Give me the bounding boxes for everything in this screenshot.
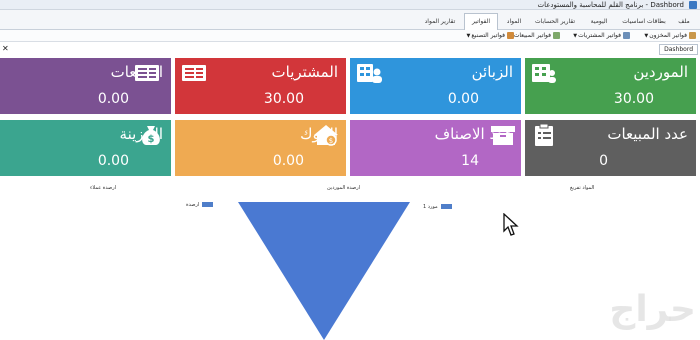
legend-label: مورد 1 bbox=[423, 204, 438, 210]
tab-file[interactable]: ملف bbox=[672, 13, 696, 30]
tile-items-count[interactable]: عدد الاصناف 14 bbox=[350, 120, 521, 176]
purchase-invoices-label: فواتير المشتريات bbox=[578, 32, 621, 39]
tab-account-reports[interactable]: تقارير الحسابات bbox=[530, 13, 580, 30]
document-tab-bar: ✕ Dashbord bbox=[0, 43, 700, 55]
legend-swatch bbox=[202, 202, 214, 207]
manufacturing-invoices-button[interactable]: فواتير التصنيع▼ bbox=[466, 31, 514, 41]
tile-customers[interactable]: الزبائن 0.00 bbox=[350, 58, 521, 114]
ribbon-tabs: ملف بطاقات اساسيات اليومية تقارير الحساب… bbox=[0, 10, 700, 30]
warehouse-invoices-button[interactable]: فواتير المخزون▼ bbox=[644, 31, 696, 41]
purchase-invoice-icon bbox=[623, 32, 630, 39]
tab-item-reports[interactable]: تقارير المواد bbox=[418, 13, 462, 30]
sales-invoice-icon bbox=[553, 32, 560, 39]
bank-icon: $ bbox=[314, 125, 338, 146]
tab-journal[interactable]: اليومية bbox=[582, 13, 616, 30]
sales-icon bbox=[135, 65, 159, 81]
sales-invoices-label: فواتير المبيعات bbox=[513, 32, 551, 39]
tile-value: 0.00 bbox=[97, 91, 129, 107]
tile-value: 30.00 bbox=[613, 91, 654, 107]
purchases-icon bbox=[182, 65, 206, 81]
funnel-segment bbox=[238, 202, 410, 340]
chevron-down-icon: ▼ bbox=[644, 33, 649, 39]
quick-access-toolbar[interactable] bbox=[3, 1, 25, 16]
tile-value: 0.00 bbox=[447, 91, 479, 107]
tile-title: الزبائن bbox=[471, 63, 513, 81]
tile-treasury[interactable]: الخزينة 0.00 $ bbox=[0, 120, 171, 176]
tile-title: عدد المبيعات bbox=[607, 125, 688, 143]
legend-supplier: مورد 1 bbox=[423, 203, 452, 211]
close-icon[interactable]: ✕ bbox=[2, 44, 9, 54]
chevron-down-icon: ▼ bbox=[466, 33, 471, 39]
panel-title-items: المواد تفريغ bbox=[570, 185, 595, 191]
tab-basic-cards[interactable]: بطاقات اساسيات bbox=[618, 13, 670, 30]
tile-value: 14 bbox=[461, 153, 479, 169]
tile-sales-count[interactable]: عدد المبيعات 0 bbox=[525, 120, 696, 176]
tab-items[interactable]: المواد bbox=[500, 13, 528, 30]
tile-sales[interactable]: المبيعات 0.00 bbox=[0, 58, 171, 114]
clipboard-icon bbox=[535, 124, 553, 146]
tile-banks[interactable]: البنوك 0.00 $ bbox=[175, 120, 346, 176]
legend-label: ارصدة bbox=[186, 202, 200, 208]
tile-value: 0.00 bbox=[97, 153, 129, 169]
money-bag-icon: $ bbox=[142, 126, 160, 145]
tile-title: المشتريات bbox=[271, 63, 338, 81]
tile-value: 0 bbox=[599, 153, 608, 169]
legend-swatch bbox=[440, 204, 452, 209]
tile-purchases[interactable]: المشتريات 30.00 bbox=[175, 58, 346, 114]
title-bar: Dashbord - برنامج القلم للمحاسبة والمستو… bbox=[0, 0, 700, 16]
funnel-chart bbox=[238, 202, 410, 340]
tile-title: الموردين bbox=[633, 63, 688, 81]
manufacturing-invoice-icon bbox=[507, 32, 514, 39]
document-tab-dashboard[interactable]: Dashbord bbox=[659, 44, 698, 55]
window-title: Dashbord - برنامج القلم للمحاسبة والمستو… bbox=[537, 1, 684, 9]
warehouse-invoice-icon bbox=[689, 32, 696, 39]
box-icon bbox=[491, 126, 515, 145]
svg-text:$: $ bbox=[329, 137, 333, 145]
manufacturing-invoices-label: فواتير التصنيع bbox=[471, 32, 505, 39]
tile-suppliers[interactable]: الموردين 30.00 bbox=[525, 58, 696, 114]
sales-invoices-button[interactable]: فواتير المبيعات▼ bbox=[509, 31, 560, 41]
watermark: حراج bbox=[609, 289, 696, 330]
app-icon bbox=[689, 1, 697, 9]
tab-invoices[interactable]: الفواتير bbox=[464, 13, 498, 30]
panel-title-supplier-balances: ارصدة الموردين bbox=[327, 185, 361, 191]
svg-text:$: $ bbox=[148, 134, 155, 145]
legend-balances: ارصدة bbox=[186, 201, 214, 209]
tile-value: 0.00 bbox=[272, 153, 304, 169]
ribbon-toolbar: فواتير المخزون▼ فواتير المشتريات▼ فواتير… bbox=[0, 30, 700, 42]
tile-value: 30.00 bbox=[263, 91, 304, 107]
warehouse-invoices-label: فواتير المخزون bbox=[649, 32, 687, 39]
customers-icon bbox=[357, 64, 382, 83]
mouse-cursor-icon bbox=[503, 213, 519, 236]
suppliers-icon bbox=[532, 64, 556, 83]
purchase-invoices-button[interactable]: فواتير المشتريات▼ bbox=[573, 31, 630, 41]
chevron-down-icon: ▼ bbox=[573, 33, 578, 39]
panel-title-customer-balances: ارصدة عملاء bbox=[90, 185, 117, 191]
